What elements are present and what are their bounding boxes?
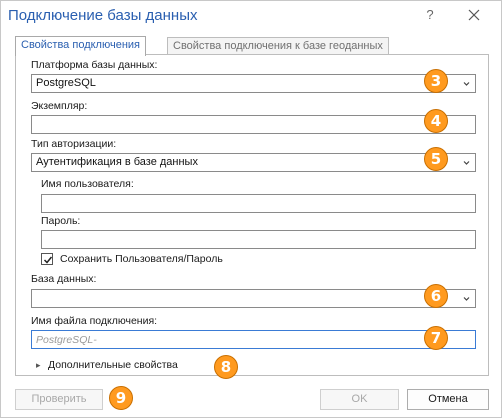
save-credentials-label: Сохранить Пользователя/Пароль [60,253,223,265]
step-badge-5: 5 [424,147,448,171]
step-badge-3: 3 [424,69,448,93]
connection-file-label: Имя файла подключения: [31,315,158,327]
connection-file-input[interactable]: PostgreSQL- [31,330,476,349]
cancel-button[interactable]: Отмена [407,389,489,410]
password-label: Пароль: [41,215,81,227]
connection-file-placeholder: PostgreSQL- [36,334,97,346]
chevron-down-icon [463,297,470,301]
ok-button[interactable]: OK [320,389,399,410]
step-badge-9: 9 [109,386,133,410]
step-badge-4: 4 [424,109,448,133]
close-icon [468,9,480,21]
help-button[interactable]: ? [421,6,439,24]
auth-type-value: Аутентификация в базе данных [36,156,198,168]
password-input[interactable] [41,230,476,249]
chevron-right-icon: ▸ [36,360,41,370]
database-connection-dialog: Подключение базы данных ? Свойства подкл… [0,0,502,418]
close-button[interactable] [465,6,483,24]
checkmark-icon [43,256,53,264]
platform-label: Платформа базы данных: [31,59,158,71]
chevron-down-icon [463,82,470,86]
username-input[interactable] [41,194,476,213]
instance-input[interactable] [31,115,476,134]
tab-geodatabase-connection-properties[interactable]: Свойства подключения к базе геоданных [167,37,389,55]
dialog-title: Подключение базы данных [8,7,198,24]
auth-type-dropdown[interactable]: Аутентификация в базе данных [31,153,476,172]
save-credentials-checkbox[interactable] [41,253,53,265]
step-badge-8: 8 [214,355,238,379]
advanced-properties-label: Дополнительные свойства [48,359,178,371]
database-dropdown[interactable] [31,289,476,308]
instance-label: Экземпляр: [31,100,88,112]
tab-connection-properties[interactable]: Свойства подключения [15,36,146,56]
database-label: База данных: [31,273,97,285]
platform-dropdown[interactable]: PostgreSQL [31,74,476,93]
step-badge-7: 7 [424,326,448,350]
step-badge-6: 6 [424,284,448,308]
username-label: Имя пользователя: [41,178,134,190]
validate-button[interactable]: Проверить [15,389,103,410]
chevron-down-icon [463,161,470,165]
platform-value: PostgreSQL [36,77,96,89]
auth-type-label: Тип авторизации: [31,138,117,150]
advanced-properties-expander[interactable]: ▸ Дополнительные свойства [36,359,178,371]
